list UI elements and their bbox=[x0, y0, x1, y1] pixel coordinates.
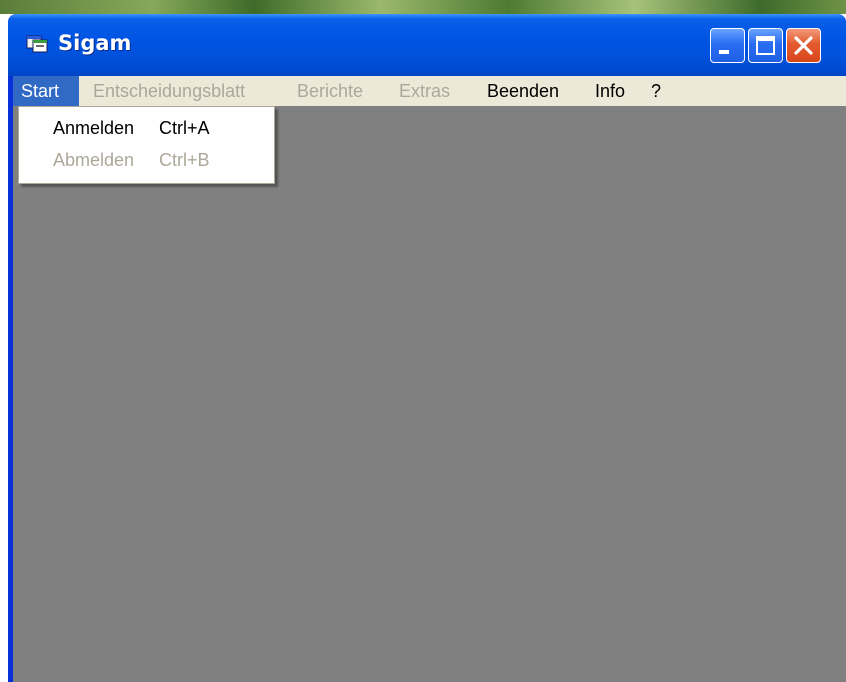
maximize-button[interactable] bbox=[748, 28, 783, 63]
menu-item-shortcut: Ctrl+A bbox=[159, 118, 210, 138]
menu-item-abmelden[interactable]: Abmelden Ctrl+B bbox=[19, 145, 274, 175]
menu-info[interactable]: Info bbox=[587, 76, 633, 106]
menu-beenden[interactable]: Beenden bbox=[479, 76, 567, 106]
close-button[interactable] bbox=[786, 28, 821, 63]
menu-berichte[interactable]: Berichte bbox=[289, 76, 371, 106]
menu-start[interactable]: Start bbox=[13, 76, 79, 106]
menu-item-anmelden[interactable]: Anmelden Ctrl+A bbox=[19, 113, 274, 143]
window-title: Sigam bbox=[58, 31, 132, 55]
menu-item-label: Abmelden bbox=[53, 150, 135, 170]
menu-help[interactable]: ? bbox=[643, 76, 669, 106]
menu-bar: Start Entscheidungsblatt Berichte Extras… bbox=[13, 76, 846, 106]
minimize-icon bbox=[719, 50, 729, 54]
mdi-client-area: Start Entscheidungsblatt Berichte Extras… bbox=[13, 76, 846, 682]
maximize-icon bbox=[756, 36, 775, 55]
start-menu-dropdown: Anmelden Ctrl+A Abmelden Ctrl+B bbox=[18, 106, 275, 184]
title-bar[interactable]: Sigam bbox=[8, 14, 846, 76]
app-window: Sigam Start Entscheidungsblatt Berichte … bbox=[8, 14, 846, 682]
close-icon bbox=[794, 36, 813, 55]
desktop-background bbox=[0, 0, 846, 14]
app-window-icon[interactable] bbox=[26, 33, 48, 53]
menu-item-label: Anmelden bbox=[53, 118, 135, 138]
menu-extras[interactable]: Extras bbox=[391, 76, 458, 106]
menu-item-shortcut: Ctrl+B bbox=[159, 150, 210, 170]
menu-entscheidungsblatt[interactable]: Entscheidungsblatt bbox=[85, 76, 253, 106]
minimize-button[interactable] bbox=[710, 28, 745, 63]
